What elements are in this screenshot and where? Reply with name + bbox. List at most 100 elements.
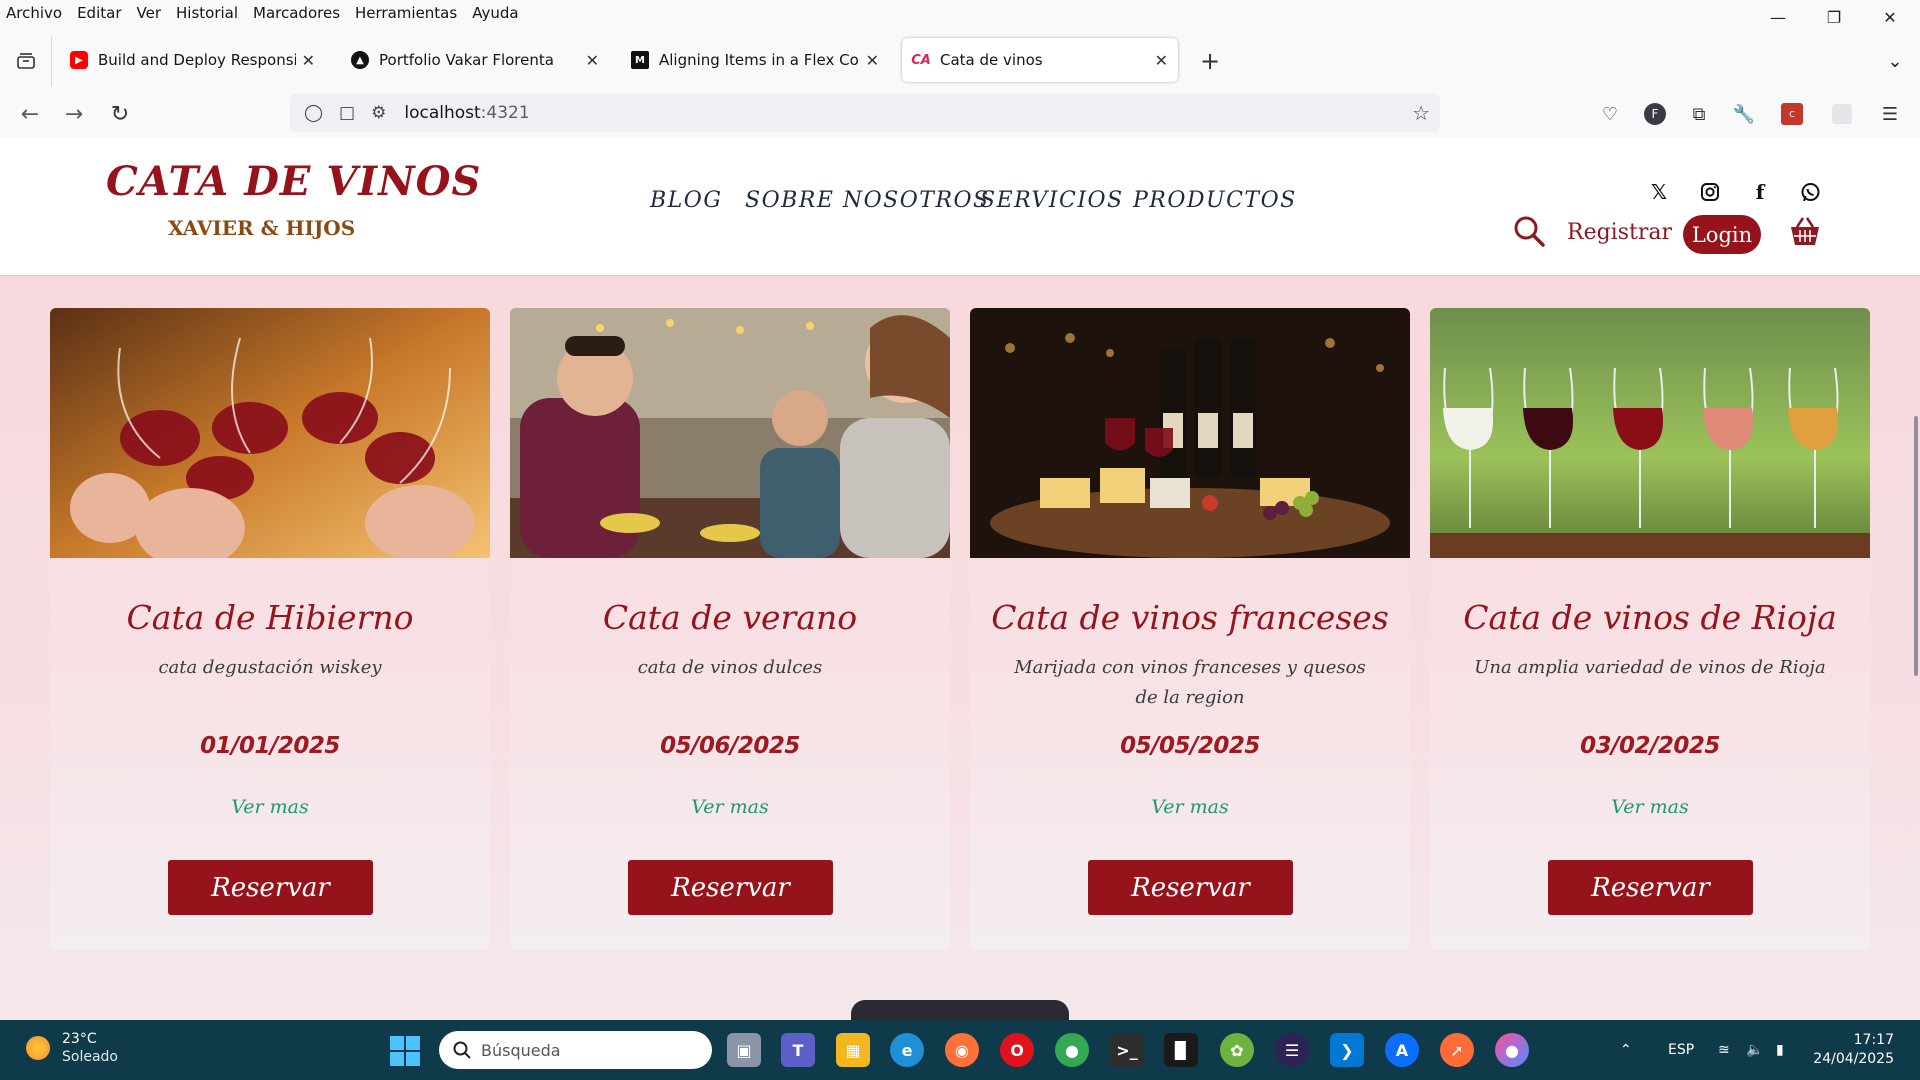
minimize-icon: —: [1770, 7, 1786, 27]
profile-avatar-icon[interactable]: F: [1639, 98, 1671, 130]
card-description: cata degustación wiskey: [158, 657, 382, 678]
menu-ayuda[interactable]: Ayuda: [472, 4, 518, 22]
whatsapp-icon[interactable]: [1796, 178, 1824, 206]
tab-portfolio[interactable]: ▲ Portfolio Vakar Florenta ✕: [341, 38, 609, 82]
chevron-up-icon[interactable]: ⌃: [1620, 1020, 1632, 1080]
event-card: Cata de vinos de Rioja Una amplia varied…: [1430, 308, 1870, 950]
x-icon[interactable]: 𝕏: [1645, 178, 1673, 206]
minimize-button[interactable]: —: [1750, 0, 1806, 34]
card-image-wine-cheese: [970, 308, 1410, 558]
forward-button[interactable]: →: [56, 92, 92, 136]
tab-list-button[interactable]: [0, 36, 52, 86]
arrow-right-icon: →: [64, 101, 84, 127]
site-logo-subtitle: XAVIER & HIJOS: [168, 216, 356, 240]
search-icon[interactable]: [1512, 214, 1548, 250]
page-scrollbar[interactable]: [1914, 416, 1918, 676]
url-host: localhost: [404, 103, 481, 123]
ver-mas-link[interactable]: Ver mas: [970, 796, 1410, 818]
new-tab-button[interactable]: +: [1192, 36, 1228, 86]
edge-icon[interactable]: e: [890, 1033, 924, 1067]
ver-mas-link[interactable]: Ver mas: [50, 796, 490, 818]
clock[interactable]: 17:17 24/04/2025: [1813, 1031, 1894, 1069]
close-tab-icon[interactable]: ✕: [866, 51, 879, 70]
wrench-icon[interactable]: 🔧: [1728, 98, 1760, 130]
menu-archivo[interactable]: Archivo: [6, 4, 62, 22]
url-bar[interactable]: ◯ □ ⚙ localhost:4321 ☆: [290, 94, 1440, 132]
cors-extension-icon[interactable]: C: [1776, 98, 1808, 130]
battery-icon[interactable]: ▮: [1776, 1020, 1784, 1080]
card-date: 03/02/2025: [1580, 733, 1720, 759]
volume-icon[interactable]: 🔈: [1746, 1020, 1763, 1080]
plus-icon: +: [1199, 47, 1221, 75]
pocket-icon[interactable]: ♡: [1594, 98, 1626, 130]
task-view-icon[interactable]: ▣: [727, 1033, 761, 1067]
app-store-icon[interactable]: A: [1385, 1033, 1419, 1067]
instagram-icon[interactable]: [1696, 178, 1724, 206]
ver-mas-link[interactable]: Ver mas: [510, 796, 950, 818]
bookmark-star-icon[interactable]: ☆: [1412, 101, 1430, 125]
terminal-icon[interactable]: >_: [1110, 1033, 1144, 1067]
reload-button[interactable]: ↻: [102, 92, 138, 136]
chevron-down-icon: ⌄: [1887, 50, 1903, 72]
menu-editar[interactable]: Editar: [77, 4, 121, 22]
reservar-button[interactable]: Reservar: [1548, 860, 1753, 915]
basket-icon[interactable]: [1788, 214, 1824, 250]
menu-herramientas[interactable]: Herramientas: [355, 4, 457, 22]
menu-historial[interactable]: Historial: [176, 4, 238, 22]
start-button[interactable]: [390, 1036, 420, 1066]
card-title: Cata de Hibierno: [126, 598, 414, 637]
clock-time: 17:17: [1853, 1032, 1894, 1048]
reservar-button[interactable]: Reservar: [168, 860, 373, 915]
taskbar-search-box[interactable]: Búsqueda: [439, 1031, 712, 1069]
opera-icon[interactable]: O: [1000, 1033, 1034, 1067]
event-card: Cata de vinos franceses Marijada con vin…: [970, 308, 1410, 950]
restore-button[interactable]: ❐: [1806, 0, 1862, 34]
extensions-icon[interactable]: ⧉: [1683, 98, 1715, 130]
close-tab-icon[interactable]: ✕: [586, 51, 599, 70]
menu-ver[interactable]: Ver: [137, 4, 162, 22]
back-button[interactable]: ←: [12, 92, 48, 136]
nav-servicios[interactable]: SERVICIOS: [980, 188, 1124, 213]
ver-mas-link[interactable]: Ver mas: [1430, 796, 1870, 818]
extension-placeholder-icon[interactable]: [1826, 98, 1858, 130]
tab-mdn[interactable]: M Aligning Items in a Flex Contain ✕: [621, 38, 889, 82]
firefox-icon[interactable]: ◉: [945, 1033, 979, 1067]
spring-tool-icon[interactable]: ✿: [1220, 1033, 1254, 1067]
mdn-icon: M: [631, 51, 649, 69]
site-permissions-icon[interactable]: ⚙: [371, 103, 386, 123]
list-all-tabs-button[interactable]: ⌄: [1880, 36, 1910, 86]
close-tab-icon[interactable]: ✕: [302, 51, 315, 70]
menu-marcadores[interactable]: Marcadores: [253, 4, 340, 22]
file-explorer-icon[interactable]: ▦: [836, 1033, 870, 1067]
url-port: :4321: [480, 103, 530, 123]
login-button[interactable]: Login: [1683, 215, 1761, 254]
eclipse-icon[interactable]: ☰: [1275, 1033, 1309, 1067]
registrar-link[interactable]: Registrar: [1567, 220, 1672, 245]
floating-toolbar[interactable]: [851, 1000, 1069, 1020]
tab-title: Build and Deploy Responsive Re: [98, 51, 296, 69]
close-tab-icon[interactable]: ✕: [1155, 51, 1168, 70]
language-indicator[interactable]: ESP: [1668, 1020, 1694, 1080]
wifi-icon[interactable]: ≊: [1718, 1020, 1730, 1080]
event-card: Cata de Hibierno cata degustación wiskey…: [50, 308, 490, 950]
postman-icon[interactable]: ➚: [1440, 1033, 1474, 1067]
vscode-icon[interactable]: ❯: [1330, 1033, 1364, 1067]
reservar-button[interactable]: Reservar: [628, 860, 833, 915]
tab-title: Aligning Items in a Flex Contain: [659, 51, 860, 69]
close-window-button[interactable]: ✕: [1862, 0, 1918, 34]
reservar-button[interactable]: Reservar: [1088, 860, 1293, 915]
console-icon[interactable]: ▉: [1164, 1033, 1198, 1067]
weather-widget[interactable]: 23°C Soleado: [26, 1030, 118, 1066]
color-app-icon[interactable]: ●: [1495, 1033, 1529, 1067]
chrome-icon[interactable]: ●: [1055, 1033, 1089, 1067]
tab-cata-de-vinos[interactable]: CA Cata de vinos ✕: [902, 38, 1178, 82]
teams-icon[interactable]: T: [781, 1033, 815, 1067]
hamburger-menu-icon[interactable]: ☰: [1874, 98, 1906, 130]
nav-sobre-nosotros[interactable]: SOBRE NOSOTROS: [745, 188, 990, 213]
site-logo[interactable]: CATA DE VINOS: [106, 158, 481, 205]
nav-blog[interactable]: BLOG: [650, 188, 722, 213]
tab-youtube[interactable]: ▶ Build and Deploy Responsive Re ✕: [60, 38, 325, 82]
nav-productos[interactable]: PRODUCTOS: [1133, 188, 1297, 213]
card-description: cata de vinos dulces: [637, 657, 823, 678]
facebook-icon[interactable]: f: [1746, 178, 1774, 206]
